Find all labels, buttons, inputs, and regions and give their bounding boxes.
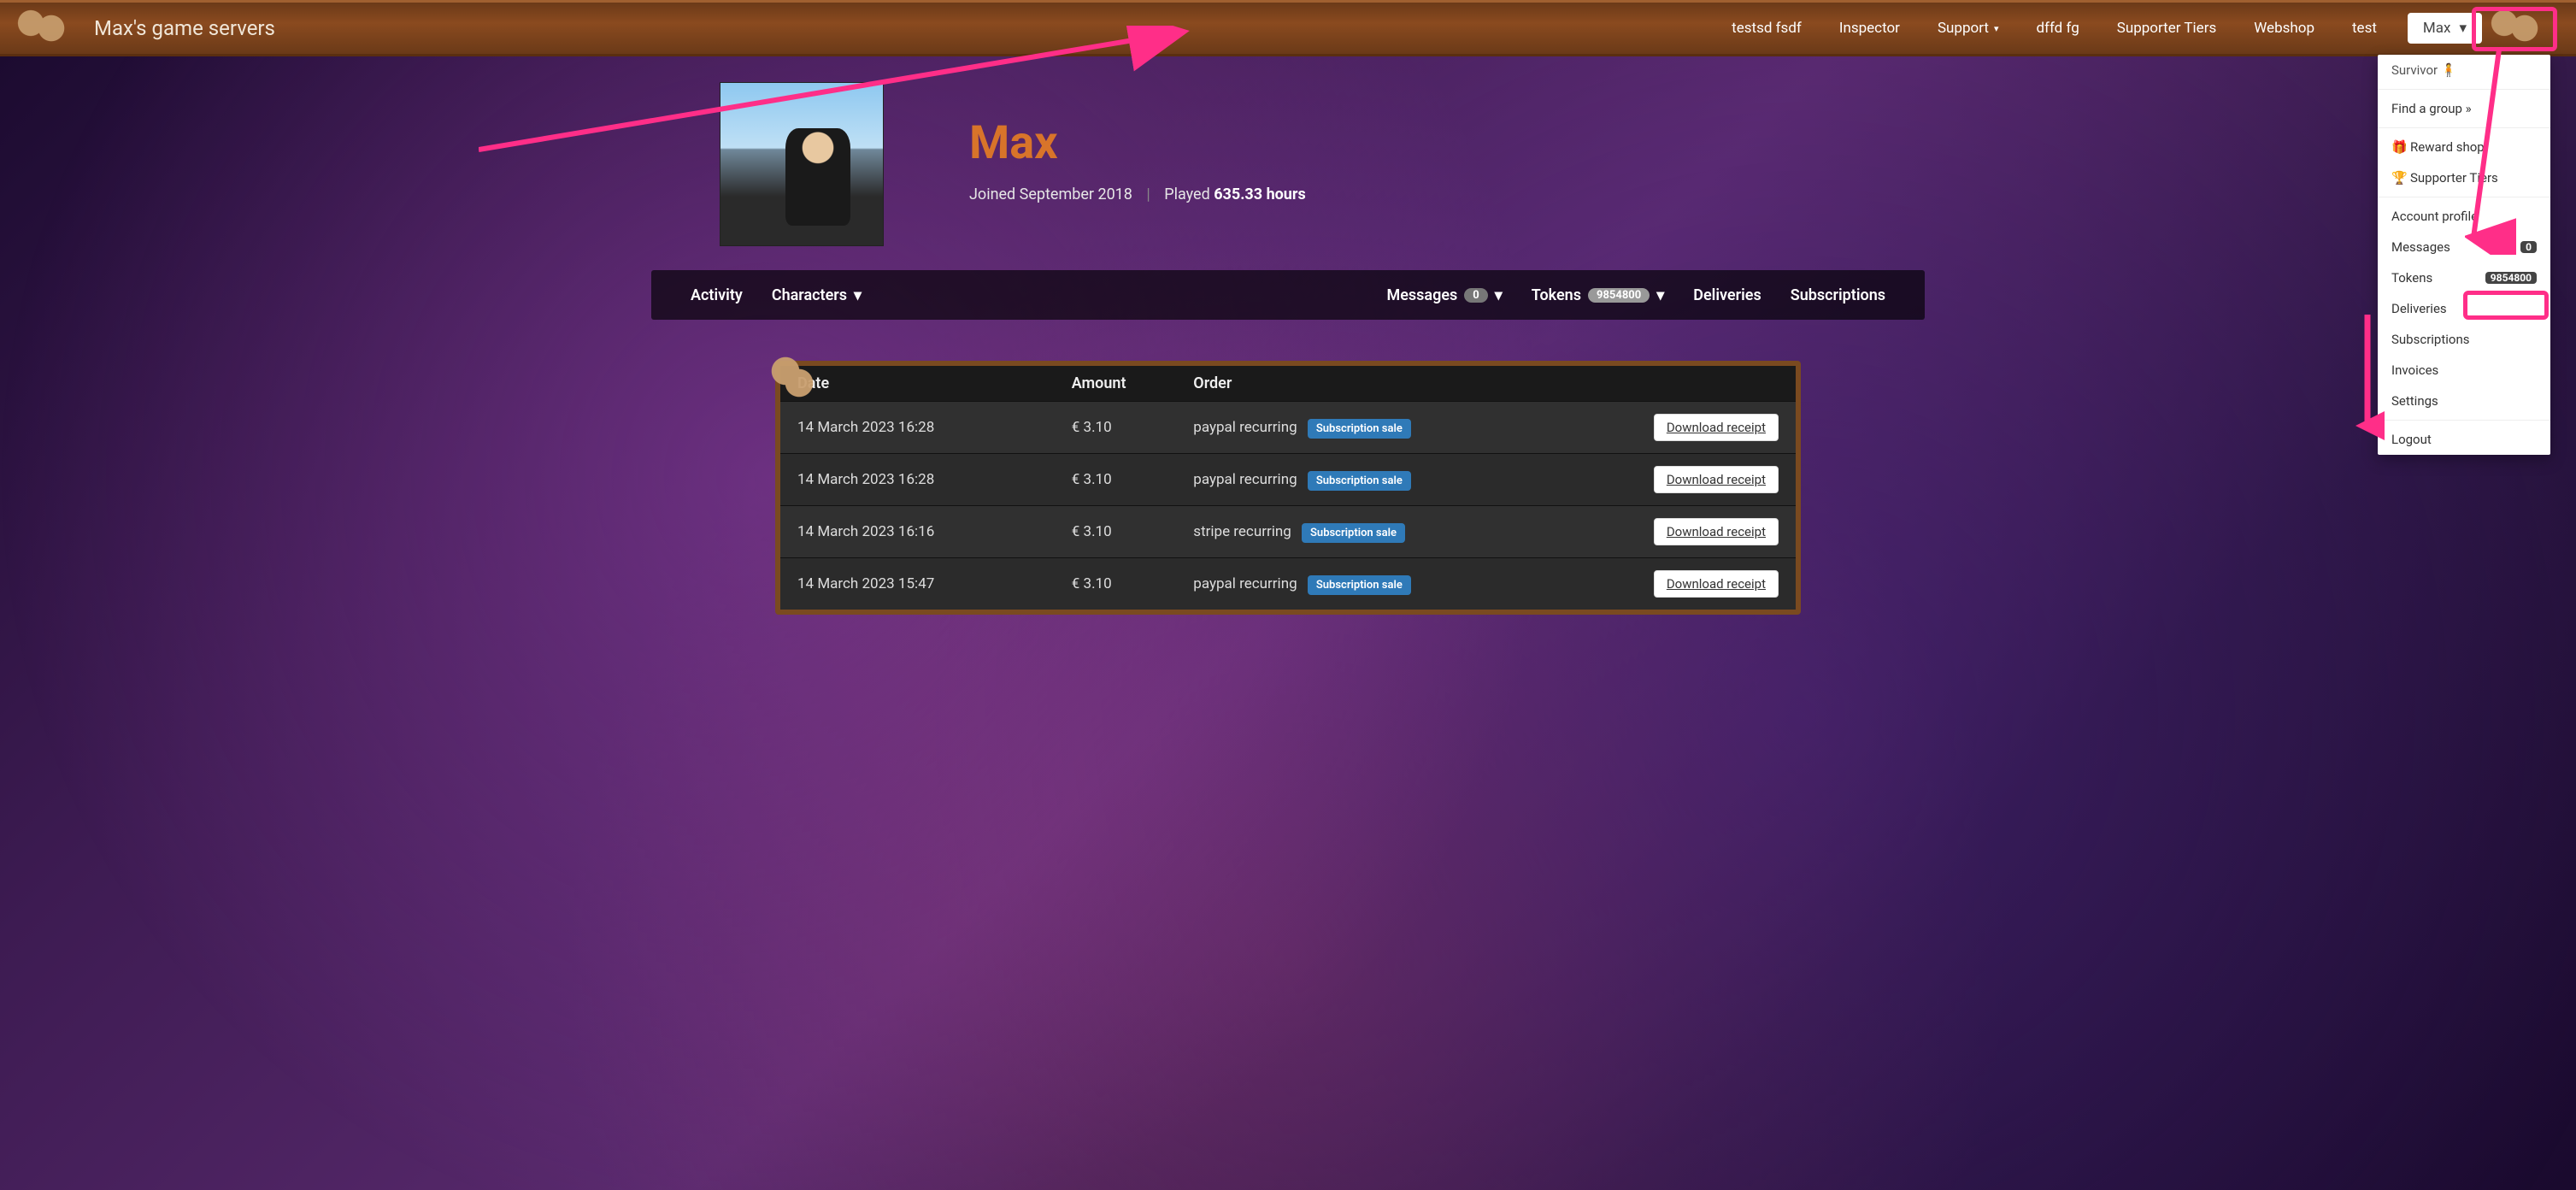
caret-down-icon: ▾ [854,286,862,304]
download-receipt-button[interactable]: Download receipt [1654,570,1779,598]
tab-tokens[interactable]: Tokens 9854800 ▾ [1532,286,1664,304]
download-receipt-button[interactable]: Download receipt [1654,518,1779,545]
subscription-pill: Subscription sale [1308,575,1411,595]
download-receipt-button[interactable]: Download receipt [1654,466,1779,493]
user-dropdown: Survivor 🧍 Find a group » 🎁 Reward shop 🏆… [2378,55,2550,455]
dd-find-group[interactable]: Find a group » [2378,93,2550,124]
invoices-panel: Date Amount Order 14 March 2023 16:28€ 3… [775,361,1801,615]
nav-item-5[interactable]: Webshop [2235,0,2333,56]
tab-messages-label: Messages [1386,286,1457,304]
cell-date: 14 March 2023 16:28 [780,454,1055,506]
profile-name: Max [969,116,1306,170]
dd-logout[interactable]: Logout [2378,424,2550,455]
table-row: 14 March 2023 16:16€ 3.10stripe recurrin… [780,506,1796,558]
messages-badge: 0 [1464,288,1487,303]
avatar [720,82,884,246]
panel-ornament [758,347,826,407]
played-hours: 635.33 hours [1214,186,1306,203]
tab-characters[interactable]: Characters ▾ [772,286,862,304]
caret-down-icon: ▾ [1994,23,1999,34]
tab-deliveries[interactable]: Deliveries [1693,286,1761,304]
caret-down-icon: ▾ [2459,20,2467,37]
table-row: 14 March 2023 16:28€ 3.10paypal recurrin… [780,454,1796,506]
ornament-left [17,3,85,54]
nav-item-6[interactable]: test [2333,0,2396,56]
dd-reward-shop[interactable]: 🎁 Reward shop [2378,132,2550,162]
cell-date: 14 March 2023 15:47 [780,558,1055,610]
subscription-pill: Subscription sale [1308,419,1411,439]
table-row: 14 March 2023 15:47€ 3.10paypal recurrin… [780,558,1796,610]
tab-messages[interactable]: Messages 0 ▾ [1386,286,1502,304]
brand-title[interactable]: Max's game servers [94,16,275,40]
tab-characters-label: Characters [772,286,847,304]
dd-supporter-tiers-label: Supporter Tiers [2410,170,2498,186]
dd-messages[interactable]: Messages 0 [2378,232,2550,262]
col-order: Order [1176,366,1613,402]
separator: | [1146,186,1150,203]
cell-amount: € 3.10 [1055,506,1177,558]
dd-supporter-tiers[interactable]: 🏆 Supporter Tiers [2378,162,2550,193]
trophy-icon: 🏆 [2391,170,2403,186]
nav-item-0[interactable]: testsd fsdf [1713,0,1820,56]
nav-item-2-label: Support [1938,20,1989,37]
profile-subline: Joined September 2018 | Played 635.33 ho… [969,186,1306,203]
dd-tokens-label: Tokens [2391,270,2432,286]
dd-tokens[interactable]: Tokens 9854800 [2378,262,2550,293]
dd-tokens-count: 9854800 [2485,272,2537,284]
cell-amount: € 3.10 [1055,558,1177,610]
dd-reward-shop-label: Reward shop [2410,139,2485,155]
cell-order: paypal recurring Subscription sale [1176,402,1613,454]
caret-down-icon: ▾ [1656,286,1664,304]
cell-amount: € 3.10 [1055,402,1177,454]
user-menu-label: Max [2423,20,2451,37]
nav-item-2[interactable]: Support ▾ [1919,0,2018,56]
cell-date: 14 March 2023 16:28 [780,402,1055,454]
joined-label: Joined September 2018 [969,186,1132,203]
nav-item-4[interactable]: Supporter Tiers [2098,0,2235,56]
profile-header: Max Joined September 2018 | Played 635.3… [651,56,1925,246]
dd-messages-label: Messages [2391,239,2450,255]
tab-tokens-label: Tokens [1532,286,1581,304]
table-row: 14 March 2023 16:28€ 3.10paypal recurrin… [780,402,1796,454]
col-action [1613,366,1796,402]
subscription-pill: Subscription sale [1302,523,1405,543]
download-receipt-button[interactable]: Download receipt [1654,414,1779,441]
profile-subnav: Activity Characters ▾ Messages 0 ▾ Tokens 98… [651,270,1925,320]
cell-order: paypal recurring Subscription sale [1176,558,1613,610]
dd-deliveries[interactable]: Deliveries [2378,293,2550,324]
subscription-pill: Subscription sale [1308,471,1411,491]
cell-amount: € 3.10 [1055,454,1177,506]
dd-messages-count: 0 [2520,241,2537,253]
dd-survivor[interactable]: Survivor 🧍 [2378,55,2550,85]
dd-subscriptions[interactable]: Subscriptions [2378,324,2550,355]
dd-settings[interactable]: Settings [2378,386,2550,416]
top-navbar: Max's game servers testsd fsdf Inspector… [0,0,2576,56]
caret-down-icon: ▾ [1495,286,1503,304]
tab-subscriptions[interactable]: Subscriptions [1791,286,1885,304]
tab-activity[interactable]: Activity [691,286,743,304]
user-menu-button[interactable]: Max ▾ [2408,13,2482,44]
ornament-right [2491,3,2559,54]
played-prefix: Played [1164,186,1214,203]
gift-icon: 🎁 [2391,139,2403,155]
cell-date: 14 March 2023 16:16 [780,506,1055,558]
nav-item-1[interactable]: Inspector [1820,0,1919,56]
invoices-table: Date Amount Order 14 March 2023 16:28€ 3… [780,366,1796,610]
cell-order: paypal recurring Subscription sale [1176,454,1613,506]
col-amount: Amount [1055,366,1177,402]
dd-account-profile[interactable]: Account profile [2378,201,2550,232]
nav-item-3[interactable]: dffd fg [2017,0,2097,56]
cell-order: stripe recurring Subscription sale [1176,506,1613,558]
tokens-badge: 9854800 [1588,288,1650,303]
dd-invoices[interactable]: Invoices [2378,355,2550,386]
